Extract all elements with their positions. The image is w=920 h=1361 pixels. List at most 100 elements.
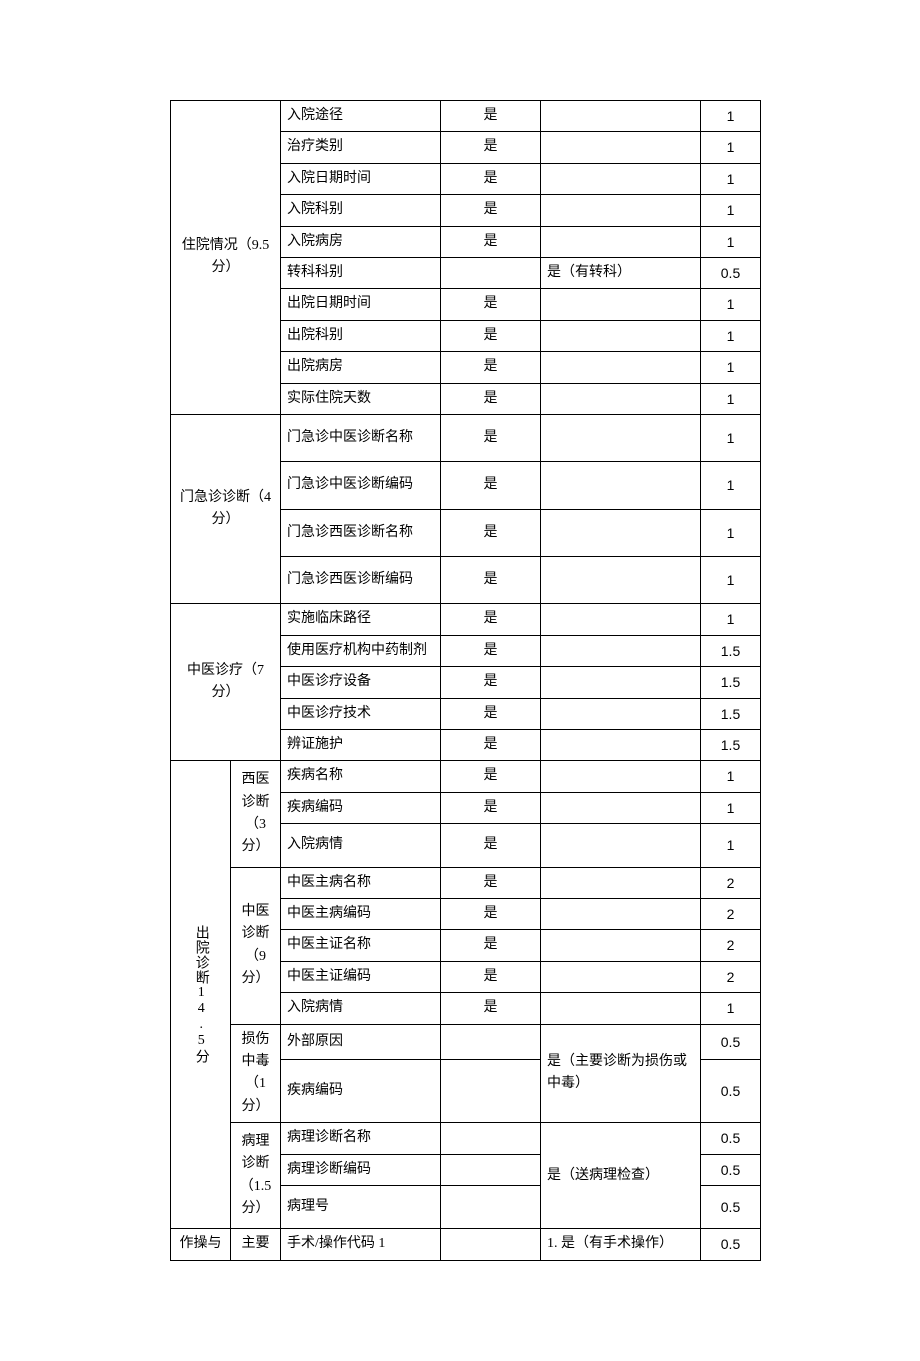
- score-cell: 1.5: [701, 635, 761, 666]
- score-cell: 1: [701, 383, 761, 414]
- score-cell: 2: [701, 961, 761, 992]
- required-cell: 是: [441, 667, 541, 698]
- condition-cell: [541, 604, 701, 635]
- table-row: 门急诊诊断（4 分） 门急诊中医诊断名称是1: [171, 414, 761, 461]
- required-cell: 是: [441, 320, 541, 351]
- condition-cell: [541, 226, 701, 257]
- item-cell: 疾病编码: [281, 1060, 441, 1123]
- required-cell: 是: [441, 509, 541, 556]
- score-cell: 0.5: [701, 1060, 761, 1123]
- condition-cell: [541, 993, 701, 1024]
- condition-cell: [541, 320, 701, 351]
- item-cell: 出院病房: [281, 352, 441, 383]
- score-cell: 1: [701, 557, 761, 604]
- section-label: 出院诊断14.5分: [189, 925, 211, 1064]
- required-cell: 是: [441, 993, 541, 1024]
- condition-cell: 是（主要诊断为损伤或中毒）: [541, 1024, 701, 1123]
- condition-cell: 是（有转科）: [541, 257, 701, 288]
- condition-cell: [541, 898, 701, 929]
- condition-cell: [541, 698, 701, 729]
- item-cell: 入院病房: [281, 226, 441, 257]
- score-cell: 1: [701, 824, 761, 867]
- required-cell: 是: [441, 352, 541, 383]
- condition-cell: [541, 163, 701, 194]
- item-cell: 中医诊疗设备: [281, 667, 441, 698]
- item-cell: 实际住院天数: [281, 383, 441, 414]
- score-cell: 1: [701, 761, 761, 792]
- required-cell: 是: [441, 867, 541, 898]
- condition-cell: [541, 824, 701, 867]
- score-cell: 2: [701, 867, 761, 898]
- required-cell: 是: [441, 698, 541, 729]
- score-cell: 0.5: [701, 1229, 761, 1260]
- condition-cell: 1. 是（有手术操作）: [541, 1229, 701, 1260]
- condition-cell: [541, 414, 701, 461]
- item-cell: 手术/操作代码 1: [281, 1229, 441, 1260]
- section-discharge-diagnosis: 出院诊断14.5分: [171, 761, 231, 1229]
- item-cell: 门急诊西医诊断编码: [281, 557, 441, 604]
- item-cell: 中医主证名称: [281, 930, 441, 961]
- score-cell: 1: [701, 163, 761, 194]
- item-cell: 门急诊中医诊断编码: [281, 462, 441, 509]
- section-tcm-treatment: 中医诊疗（7 分）: [171, 604, 281, 761]
- item-cell: 疾病名称: [281, 761, 441, 792]
- item-cell: 入院日期时间: [281, 163, 441, 194]
- subsection-injury: 损伤中毒（1 分）: [231, 1024, 281, 1123]
- item-cell: 中医主病编码: [281, 898, 441, 929]
- required-cell: 是: [441, 132, 541, 163]
- item-cell: 治疗类别: [281, 132, 441, 163]
- item-cell: 中医主证编码: [281, 961, 441, 992]
- condition-cell: [541, 761, 701, 792]
- required-cell: [441, 1060, 541, 1123]
- required-cell: 是: [441, 462, 541, 509]
- required-cell: 是: [441, 383, 541, 414]
- score-cell: 1: [701, 289, 761, 320]
- condition-cell: [541, 930, 701, 961]
- required-cell: 是: [441, 557, 541, 604]
- item-cell: 病理号: [281, 1185, 441, 1228]
- score-cell: 1: [701, 352, 761, 383]
- required-cell: 是: [441, 761, 541, 792]
- table-row: 住院情况（9.5 分） 入院途径 是 1: [171, 101, 761, 132]
- table-row: 中医诊断（9 分） 中医主病名称是2: [171, 867, 761, 898]
- item-cell: 入院科别: [281, 195, 441, 226]
- required-cell: 是: [441, 792, 541, 823]
- score-cell: 1: [701, 414, 761, 461]
- item-cell: 入院途径: [281, 101, 441, 132]
- score-cell: 1: [701, 195, 761, 226]
- required-cell: 是: [441, 824, 541, 867]
- table-row: 病理诊断（1.5 分） 病理诊断名称 是（送病理检查） 0.5: [171, 1123, 761, 1154]
- scoring-table: 住院情况（9.5 分） 入院途径 是 1 治疗类别是1 入院日期时间是1 入院科…: [170, 100, 761, 1261]
- required-cell: 是: [441, 163, 541, 194]
- item-cell: 门急诊中医诊断名称: [281, 414, 441, 461]
- condition-cell: [541, 667, 701, 698]
- score-cell: 1: [701, 226, 761, 257]
- item-cell: 外部原因: [281, 1024, 441, 1060]
- required-cell: 是: [441, 101, 541, 132]
- required-cell: [441, 257, 541, 288]
- score-cell: 1: [701, 604, 761, 635]
- score-cell: 1: [701, 993, 761, 1024]
- required-cell: [441, 1123, 541, 1154]
- score-cell: 0.5: [701, 1154, 761, 1185]
- subsection-op-main: 主要: [231, 1229, 281, 1260]
- score-cell: 2: [701, 930, 761, 961]
- item-cell: 使用医疗机构中药制剂: [281, 635, 441, 666]
- score-cell: 1.5: [701, 730, 761, 761]
- score-cell: 1: [701, 101, 761, 132]
- score-cell: 0.5: [701, 257, 761, 288]
- item-cell: 出院日期时间: [281, 289, 441, 320]
- condition-cell: [541, 509, 701, 556]
- condition-cell: 是（送病理检查）: [541, 1123, 701, 1229]
- item-cell: 病理诊断名称: [281, 1123, 441, 1154]
- required-cell: 是: [441, 226, 541, 257]
- score-cell: 0.5: [701, 1185, 761, 1228]
- condition-cell: [541, 635, 701, 666]
- condition-cell: [541, 195, 701, 226]
- required-cell: 是: [441, 195, 541, 226]
- required-cell: 是: [441, 898, 541, 929]
- condition-cell: [541, 557, 701, 604]
- score-cell: 2: [701, 898, 761, 929]
- score-cell: 1.5: [701, 667, 761, 698]
- section-hospitalization: 住院情况（9.5 分）: [171, 101, 281, 415]
